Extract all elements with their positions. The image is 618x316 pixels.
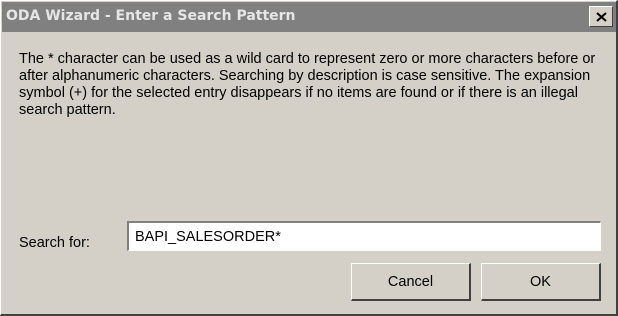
cancel-button[interactable]: Cancel — [351, 263, 471, 301]
window-title: ODA Wizard - Enter a Search Pattern — [6, 8, 296, 24]
close-icon — [596, 12, 607, 22]
search-label: Search for: — [19, 235, 90, 251]
search-input[interactable] — [127, 221, 601, 251]
close-button[interactable] — [589, 6, 613, 27]
instructions-text: The * character can be used as a wild ca… — [19, 51, 596, 118]
ok-button[interactable]: OK — [481, 263, 601, 301]
title-bar[interactable]: ODA Wizard - Enter a Search Pattern — [2, 2, 616, 32]
search-pattern-dialog: ODA Wizard - Enter a Search Pattern The … — [0, 0, 618, 316]
